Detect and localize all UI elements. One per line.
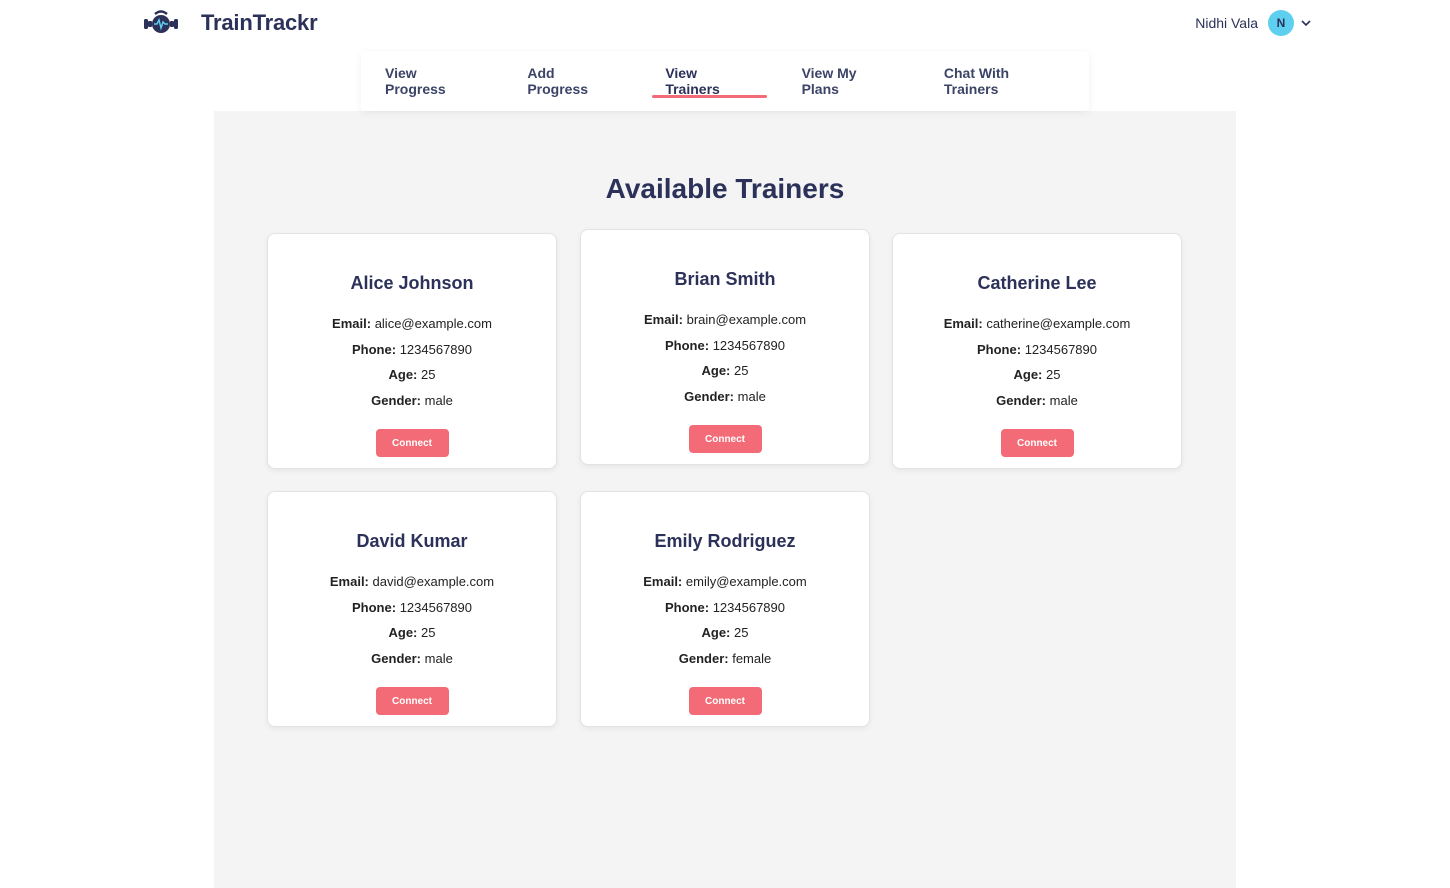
email-label: Email: bbox=[943, 316, 983, 331]
trainer-gender: Gender: male bbox=[581, 384, 869, 410]
trainer-gender: Gender: male bbox=[893, 388, 1181, 414]
nav-view-trainers[interactable]: View Trainers bbox=[641, 51, 777, 111]
trainer-email: Email: alice@example.com bbox=[268, 311, 556, 337]
page-title: Available Trainers bbox=[605, 173, 845, 204]
trainer-name: Catherine Lee bbox=[977, 273, 1097, 293]
email-value: brain@example.com bbox=[686, 312, 807, 327]
trainer-phone: Phone: 1234567890 bbox=[893, 337, 1181, 363]
connect-button[interactable]: Connect bbox=[688, 425, 762, 453]
trainer-name: Alice Johnson bbox=[350, 273, 474, 293]
trainer-email: Email: brain@example.com bbox=[581, 307, 869, 333]
gender-label: Gender: bbox=[996, 392, 1047, 408]
age-label: Age: bbox=[701, 625, 731, 640]
trainer-card: Emily Rodriguez Email: emily@example.com… bbox=[580, 491, 870, 727]
trainer-name: David Kumar bbox=[356, 531, 468, 551]
age-label: Age: bbox=[388, 625, 418, 640]
trainers-panel: Available Trainers Alice Johnson Email: … bbox=[214, 111, 1236, 888]
email-value: david@example.com bbox=[372, 574, 495, 589]
age-value: 25 bbox=[1046, 367, 1061, 382]
trainer-gender: Gender: male bbox=[268, 646, 556, 672]
gender-label: Gender: bbox=[684, 388, 735, 404]
trainer-gender: Gender: female bbox=[581, 646, 869, 672]
email-label: Email: bbox=[643, 312, 683, 327]
trainer-email: Email: david@example.com bbox=[268, 569, 556, 595]
age-value: 25 bbox=[421, 625, 436, 640]
trainer-age: Age: 25 bbox=[581, 620, 869, 646]
phone-value: 1234567890 bbox=[712, 599, 785, 615]
trainer-card: David Kumar Email: david@example.com Pho… bbox=[267, 491, 557, 727]
phone-value: 1234567890 bbox=[712, 337, 785, 353]
trainer-name: Emily Rodriguez bbox=[654, 531, 796, 551]
brand[interactable]: TrainTrackr bbox=[143, 8, 318, 38]
trainer-email: Email: catherine@example.com bbox=[893, 311, 1181, 337]
gender-value: female bbox=[732, 650, 772, 666]
nav-view-progress[interactable]: View Progress bbox=[361, 51, 503, 111]
gender-label: Gender: bbox=[371, 650, 422, 666]
trainer-phone: Phone: 1234567890 bbox=[581, 595, 869, 621]
connect-button[interactable]: Connect bbox=[375, 687, 449, 715]
email-label: Email: bbox=[643, 574, 683, 589]
trainer-phone: Phone: 1234567890 bbox=[268, 337, 556, 363]
connect-button[interactable]: Connect bbox=[375, 429, 449, 457]
trainer-phone: Phone: 1234567890 bbox=[268, 595, 556, 621]
trainer-email: Email: emily@example.com bbox=[581, 569, 869, 595]
kettlebell-logo-icon bbox=[144, 10, 178, 33]
email-value: catherine@example.com bbox=[986, 316, 1131, 331]
gender-value: male bbox=[1049, 392, 1078, 408]
gender-value: male bbox=[424, 392, 453, 408]
phone-label: Phone: bbox=[665, 337, 710, 353]
email-value: alice@example.com bbox=[374, 316, 492, 331]
trainer-age: Age: 25 bbox=[268, 620, 556, 646]
trainer-name: Brian Smith bbox=[674, 269, 776, 289]
phone-value: 1234567890 bbox=[399, 341, 472, 357]
connect-button[interactable]: Connect bbox=[688, 687, 762, 715]
age-label: Age: bbox=[388, 367, 418, 382]
main-nav: View Progress Add Progress View Trainers… bbox=[361, 51, 1089, 111]
brand-name: TrainTrackr bbox=[201, 10, 318, 35]
phone-value: 1234567890 bbox=[1024, 341, 1097, 357]
nav-chat-with-trainers[interactable]: Chat With Trainers bbox=[920, 51, 1089, 111]
trainer-phone: Phone: 1234567890 bbox=[581, 333, 869, 359]
trainer-card: Alice Johnson Email: alice@example.com P… bbox=[267, 233, 557, 469]
phone-label: Phone: bbox=[352, 599, 397, 615]
age-label: Age: bbox=[1013, 367, 1043, 382]
email-label: Email: bbox=[329, 574, 369, 589]
trainer-age: Age: 25 bbox=[893, 362, 1181, 388]
trainer-card: Brian Smith Email: brain@example.com Pho… bbox=[580, 229, 870, 465]
gender-value: male bbox=[424, 650, 453, 666]
trainer-gender: Gender: male bbox=[268, 388, 556, 414]
trainer-card: Catherine Lee Email: catherine@example.c… bbox=[892, 233, 1182, 469]
email-label: Email: bbox=[332, 316, 372, 331]
chevron-down-icon[interactable] bbox=[1300, 17, 1312, 29]
nav-view-my-plans[interactable]: View My Plans bbox=[778, 51, 920, 111]
age-label: Age: bbox=[701, 363, 731, 378]
age-value: 25 bbox=[421, 367, 436, 382]
phone-label: Phone: bbox=[977, 341, 1022, 357]
phone-label: Phone: bbox=[352, 341, 397, 357]
connect-button[interactable]: Connect bbox=[1000, 429, 1074, 457]
age-value: 25 bbox=[734, 625, 749, 640]
avatar[interactable]: N bbox=[1268, 10, 1294, 36]
gender-label: Gender: bbox=[678, 650, 729, 666]
user-menu[interactable]: Nidhi Vala N bbox=[1195, 10, 1312, 36]
age-value: 25 bbox=[734, 363, 749, 378]
email-value: emily@example.com bbox=[685, 574, 807, 589]
nav-add-progress[interactable]: Add Progress bbox=[503, 51, 641, 111]
gender-value: male bbox=[737, 388, 766, 404]
top-header: TrainTrackr Nidhi Vala N bbox=[0, 0, 1450, 50]
trainer-age: Age: 25 bbox=[268, 362, 556, 388]
phone-label: Phone: bbox=[665, 599, 710, 615]
phone-value: 1234567890 bbox=[399, 599, 472, 615]
gender-label: Gender: bbox=[371, 392, 422, 408]
user-name: Nidhi Vala bbox=[1195, 15, 1258, 31]
trainer-age: Age: 25 bbox=[581, 358, 869, 384]
